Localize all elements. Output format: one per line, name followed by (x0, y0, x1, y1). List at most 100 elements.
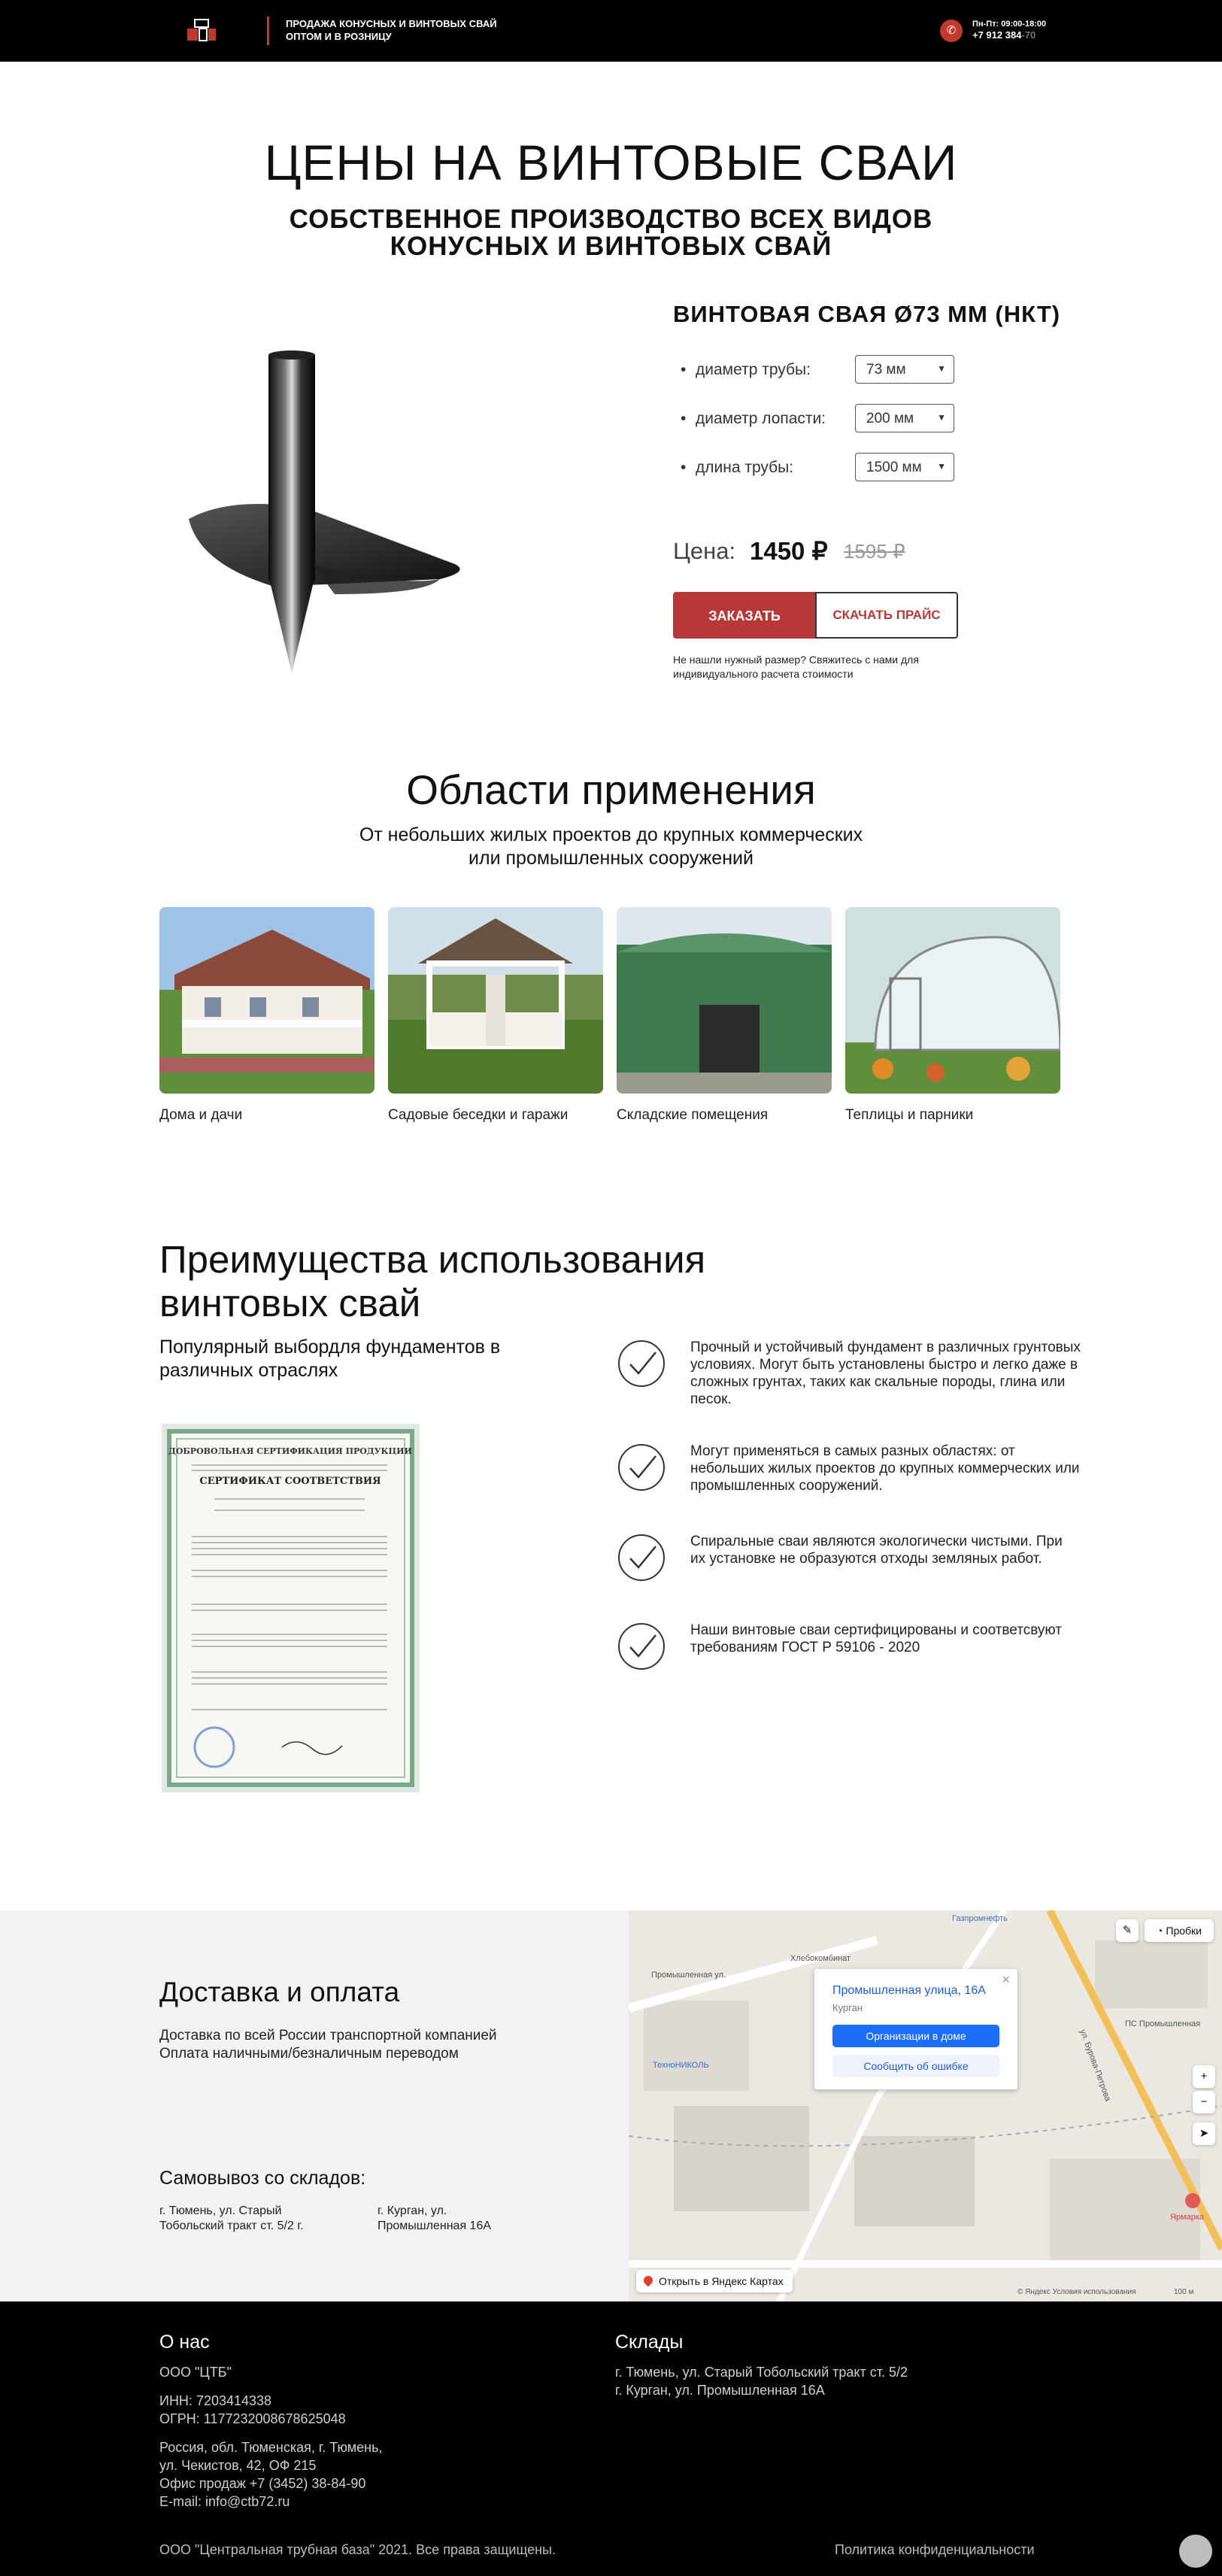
tagline-line-1: ПРОДАЖА КОНУСНЫХ И ВИНТОВЫХ СВАЙ (286, 18, 497, 29)
pickup-title: Самовывоз со складов: (159, 2168, 366, 2189)
phone-number-tail: -70 (1021, 29, 1036, 41)
working-hours: Пн-Пт: 09:00-18:00 (972, 20, 1047, 29)
pickup-address-line: г. Тюмень, ул. Старый (159, 2204, 282, 2217)
price: 1450 ₽ (750, 537, 828, 565)
pickup-address-line: Промышленная 16А (378, 2219, 492, 2232)
ruler-icon[interactable]: ✎ (1116, 1919, 1139, 1942)
caret-down-icon: ▼ (937, 363, 946, 374)
pipe-diameter-select[interactable]: 73 мм ▼ (855, 355, 954, 384)
map-pin-icon (641, 2274, 655, 2287)
footer-address-line: ул. Чекистов, 42, ОФ 215 (159, 2458, 317, 2473)
areas-title: Области применения (406, 766, 816, 813)
delivery-title: Доставка и оплата (159, 1977, 400, 2007)
traffic-label: Пробки (1166, 1925, 1202, 1937)
check-circle-icon (618, 1534, 665, 1581)
map-street-label: Промышленная ул. (651, 1971, 726, 1980)
certificate-image[interactable]: ДОБРОВОЛЬНАЯ СЕРТИФИКАЦИЯ ПРОДУКЦИИ СЕРТ… (162, 1424, 420, 1792)
check-circle-icon (618, 1623, 665, 1670)
custom-size-note: Не нашли нужный размер? Свяжитесь с нами… (673, 654, 919, 680)
delivery-section (0, 1910, 629, 2301)
map-scale: 100 м (1174, 2288, 1194, 2296)
advantage-text: Спиральные сваи являются экологически чи… (690, 1534, 1063, 1567)
delivery-text: Доставка по всей России транспортной ком… (159, 2027, 497, 2063)
phone-icon[interactable]: ✆ (940, 20, 963, 42)
footer-copyright: ООО "Центральная трубная база" 2021. Все… (159, 2542, 556, 2557)
phone-number-main: +7 912 384 (972, 29, 1022, 41)
footer-email[interactable]: E-mail: info@ctb72.ru (159, 2493, 382, 2511)
option-label: диаметр трубы: (696, 361, 811, 378)
advantages-subtitle: Популярный выбордля фундаментов в различ… (159, 1337, 501, 1381)
areas-subtitle-line-2: или промышленных сооружений (468, 848, 754, 869)
card-image-gazebo[interactable] (388, 907, 603, 1094)
report-error-button[interactable]: Сообщить об ошибке (832, 2055, 999, 2077)
organizations-button[interactable]: Организации в доме (832, 2025, 999, 2047)
card-caption: Садовые беседки и гаражи (388, 1107, 569, 1123)
pipe-length-select[interactable]: 1500 мм ▼ (855, 453, 954, 481)
geolocation-icon[interactable]: ➤ (1193, 2122, 1215, 2145)
price-label: Цена: (673, 538, 736, 564)
popup-address[interactable]: Промышленная улица, 16А (832, 1984, 986, 1998)
product-name: ВИНТОВАЯ СВАЯ Ø73 ММ (НКТ) (673, 301, 1061, 327)
chat-widget-icon[interactable] (1179, 2535, 1212, 2568)
select-value: 73 мм (866, 362, 906, 378)
card-caption: Теплицы и парники (845, 1107, 974, 1123)
card-image-greenhouse[interactable] (845, 907, 1060, 1094)
footer-warehouses-title: Склады (615, 2332, 684, 2353)
open-link-label: Открыть в Яндекс Картах (659, 2275, 784, 2287)
areas-subtitle-line-1: От небольших жилых проектов до крупных к… (359, 824, 863, 845)
zoom-out-button[interactable]: − (1193, 2091, 1215, 2113)
footer-office-phone[interactable]: Офис продаж +7 (3452) 38-84-90 (159, 2474, 382, 2493)
map-poi-label: Хлебокомбинат (790, 1954, 851, 1963)
blade-diameter-select[interactable]: 200 мм ▼ (855, 404, 954, 432)
header-divider (267, 17, 269, 45)
header-phone[interactable]: +7 912 384-70 (972, 29, 1036, 41)
card-caption: Дома и дачи (159, 1107, 243, 1123)
delivery-line-1: Доставка по всей России транспортной ком… (159, 2028, 497, 2044)
privacy-policy-link[interactable]: Политика конфиденциальности (835, 2542, 1035, 2558)
subtitle-line-1: СОБСТВЕННОЕ ПРОИЗВОДСТВО ВСЕХ ВИДОВ (289, 205, 933, 234)
zoom-in-button[interactable]: + (1193, 2065, 1215, 2088)
site-header: ПРОДАЖА КОНУСНЫХ И ВИНТОВЫХ СВАЙ ОПТОМ И… (0, 0, 1222, 62)
areas-subtitle: От небольших жилых проектов до крупных к… (0, 824, 1222, 870)
footer-company: ООО "ЦТБ" (159, 2365, 232, 2380)
traffic-button[interactable]: ◔ Пробки (1145, 1919, 1214, 1942)
certificate-heading: ДОБРОВОЛЬНАЯ СЕРТИФИКАЦИЯ ПРОДУКЦИИ (168, 1446, 412, 1456)
footer-contacts: Россия, обл. Тюменская, г. Тюмень, ул. Ч… (159, 2438, 382, 2511)
card-caption: Складские помещения (617, 1107, 769, 1123)
close-icon[interactable]: × (1002, 1972, 1010, 1988)
option-pipe-length: • длина трубы: 1500 мм ▼ (681, 453, 959, 483)
product-image (189, 350, 460, 673)
download-price-button[interactable]: СКАЧАТЬ ПРАЙС (815, 592, 958, 639)
company-logo[interactable] (184, 17, 219, 44)
advantages-title-line-1: Преимущества использования (159, 1238, 706, 1281)
open-in-yandex-maps-link[interactable]: Открыть в Яндекс Картах (636, 2270, 793, 2292)
certificate-title: СЕРТИФИКАТ СООТВЕТСТВИЯ (199, 1476, 381, 1487)
popup-city: Курган (832, 2002, 863, 2013)
header-tagline: ПРОДАЖА КОНУСНЫХ И ВИНТОВЫХ СВАЙ ОПТОМ И… (286, 17, 572, 43)
select-value: 1500 мм (866, 460, 922, 475)
bullet-icon: • (681, 410, 687, 427)
option-blade-diameter: • диаметр лопасти: 200 мм ▼ (681, 404, 959, 434)
map-poi-label: Газпромнефть (952, 1914, 1008, 1923)
footer-warehouse: г. Тюмень, ул. Старый Тобольский тракт с… (615, 2365, 908, 2380)
option-label: диаметр лопасти: (696, 410, 826, 427)
map-copyright[interactable]: © Яндекс Условия использования (1017, 2288, 1136, 2296)
footer-address-line: Россия, обл. Тюменская, г. Тюмень, (159, 2440, 383, 2455)
yandex-map[interactable]: Промышленная ул. Газпромнефть Хлебокомби… (629, 1910, 1222, 2301)
pickup-address-line: г. Курган, ул. (378, 2204, 447, 2217)
subtitle-line-2: КОНУСНЫХ И ВИНТОВЫХ СВАЙ (390, 232, 832, 261)
option-label: длина трубы: (696, 459, 794, 476)
check-circle-icon (618, 1444, 665, 1491)
page-subtitle: СОБСТВЕННОЕ ПРОИЗВОДСТВО ВСЕХ ВИДОВ КОНУ… (0, 206, 1222, 260)
traffic-icon: ◔ (1157, 1925, 1166, 1937)
card-image-warehouse[interactable] (617, 907, 832, 1094)
pickup-address-line: Тобольский тракт ст. 5/2 г. (159, 2219, 304, 2232)
footer-requisites: ИНН: 7203414338 ОГРН: 117723200867862504… (159, 2392, 346, 2428)
option-pipe-diameter: • диаметр трубы: 73 мм ▼ (681, 355, 959, 385)
footer-warehouse: г. Курган, ул. Промышленная 16А (615, 2383, 825, 2398)
order-button[interactable]: ЗАКАЗАТЬ (673, 592, 816, 639)
card-image-house[interactable] (159, 907, 374, 1094)
map-poi-label: ТехноНИКОЛЬ (653, 2061, 709, 2070)
map-popup: Промышленная улица, 16А Курган × Организ… (814, 1969, 1017, 2089)
pickup-address-kurgan: г. Курган, ул. Промышленная 16А (378, 2204, 573, 2234)
